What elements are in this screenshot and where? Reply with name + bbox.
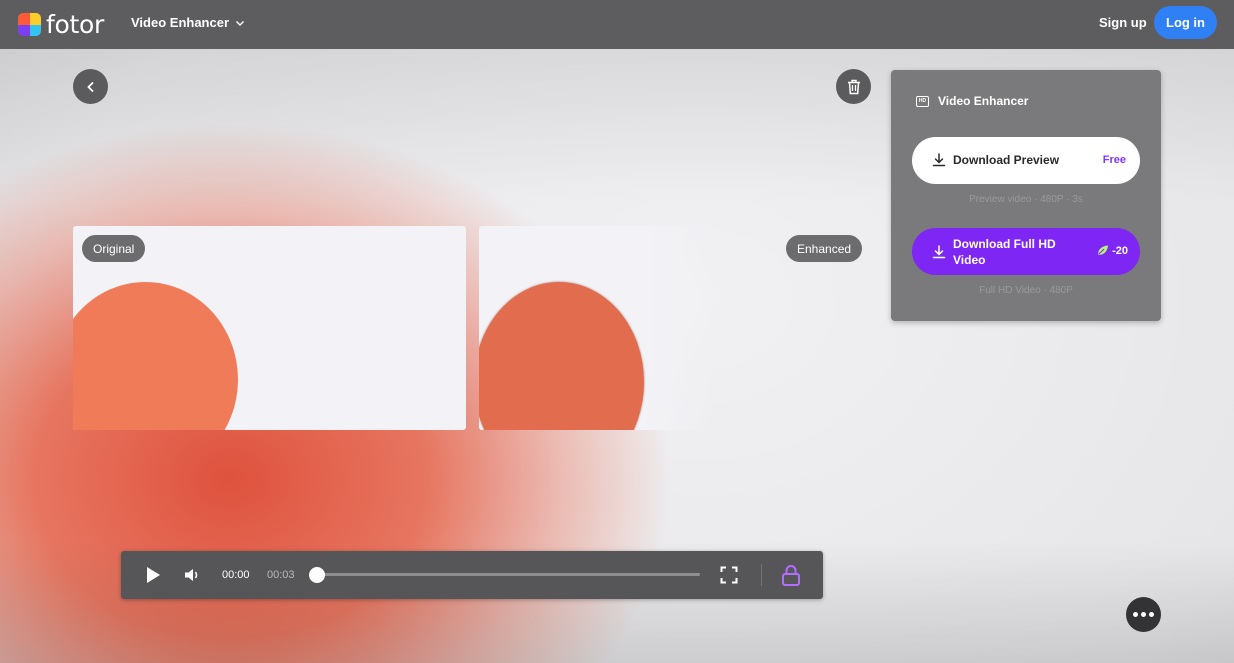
credits-badge: -20	[1096, 244, 1128, 257]
download-icon	[932, 153, 946, 167]
enhanced-preview	[479, 226, 714, 430]
download-icon	[932, 245, 946, 259]
progress-thumb[interactable]	[309, 567, 325, 583]
signup-link[interactable]: Sign up	[1099, 15, 1147, 30]
free-badge: Free	[1102, 154, 1126, 166]
login-button[interactable]: Log in	[1154, 6, 1217, 39]
download-full-label: Download Full HD Video	[953, 237, 1056, 267]
panel-title-text: Video Enhancer	[938, 94, 1029, 108]
panel-title: HD Video Enhancer	[916, 94, 1028, 108]
original-shape	[73, 282, 238, 430]
lock-button[interactable]	[780, 564, 802, 586]
chevron-left-icon	[86, 81, 93, 92]
download-preview-label: Download Preview	[953, 153, 1060, 167]
more-options-button[interactable]	[1126, 597, 1161, 632]
progress-track[interactable]	[317, 573, 700, 576]
product-menu-label: Video Enhancer	[131, 15, 230, 30]
enhanced-shape	[479, 282, 644, 430]
volume-icon	[185, 569, 198, 581]
play-button[interactable]	[143, 565, 163, 585]
delete-button[interactable]	[836, 69, 871, 104]
fullscreen-icon	[720, 566, 738, 584]
separator	[761, 564, 762, 586]
fotor-logo-icon	[18, 13, 41, 36]
chevron-down-icon	[236, 20, 245, 26]
logo-text: fotor	[46, 10, 104, 39]
video-player-controls: 00:00 00:03	[121, 551, 823, 599]
play-icon	[147, 567, 160, 583]
volume-button[interactable]	[183, 565, 203, 585]
credits-value: -20	[1112, 244, 1128, 257]
lock-icon	[782, 565, 800, 586]
hd-icon: HD	[916, 95, 929, 107]
product-menu[interactable]: Video Enhancer	[131, 15, 245, 30]
download-panel: HD Video Enhancer Download Preview Free …	[891, 70, 1161, 321]
duration: 00:03	[267, 569, 295, 581]
download-preview-button[interactable]: Download Preview Free	[912, 137, 1140, 184]
full-caption: Full HD Video · 480P	[979, 285, 1073, 296]
preview-caption: Preview video · 480P · 3s	[969, 194, 1083, 205]
top-bar: fotor Video Enhancer Sign up Log in	[0, 0, 1234, 49]
leaf-icon	[1098, 245, 1109, 255]
fullscreen-button[interactable]	[719, 565, 739, 585]
enhanced-tag: Enhanced	[786, 235, 863, 262]
back-button[interactable]	[73, 69, 108, 104]
more-icon	[1133, 612, 1138, 617]
trash-icon	[847, 79, 860, 94]
current-time: 00:00	[222, 569, 250, 581]
original-tag: Original	[82, 235, 146, 262]
fotor-logo[interactable]: fotor	[18, 10, 104, 39]
download-full-hd-button[interactable]: Download Full HD Video -20	[912, 228, 1140, 275]
